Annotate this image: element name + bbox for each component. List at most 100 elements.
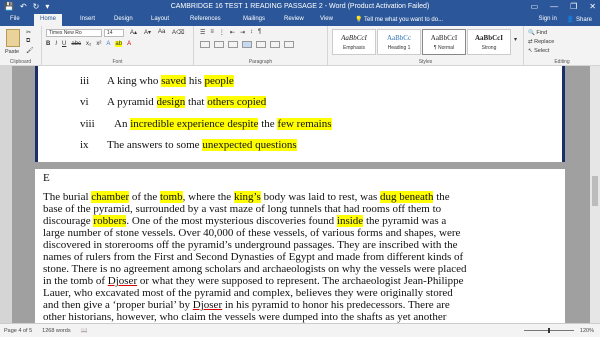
- style-emphasis[interactable]: AaBbCcI Emphasis: [332, 29, 376, 55]
- heading-text: A pyramid design that others copied: [107, 96, 267, 108]
- heading-number: iii: [80, 75, 90, 87]
- paragraph-line: other historians, however, who claim the…: [43, 311, 447, 323]
- paragraph-line: stone. There is no agreement among schol…: [43, 263, 467, 275]
- style-heading-1[interactable]: AaBbCc Heading 1: [377, 29, 421, 55]
- heading-text: A king who saved his people: [107, 75, 234, 87]
- style-normal[interactable]: AaBbCcI ¶ Normal: [422, 29, 466, 55]
- font-size-dropdown[interactable]: 14: [104, 29, 124, 37]
- editing-group-label: Editing: [554, 59, 570, 65]
- paragraph-line: discourage robbers. One of the most myst…: [43, 215, 447, 227]
- line-spacing-icon[interactable]: [256, 41, 266, 48]
- justify-icon[interactable]: [242, 41, 252, 48]
- paste-button[interactable]: Paste: [5, 49, 19, 55]
- editing-group: 🔍 Find ⇄ Replace ↖ Select Editing: [524, 26, 600, 66]
- tab-view[interactable]: View: [320, 16, 333, 22]
- decrease-indent-icon[interactable]: ⇤: [230, 29, 235, 36]
- replace-button[interactable]: ⇄ Replace: [528, 38, 554, 47]
- paragraph-group-label: Paragraph: [248, 59, 273, 65]
- tab-mailings[interactable]: Mailings: [243, 16, 265, 22]
- minimize-button[interactable]: —: [550, 2, 558, 11]
- paragraph-line: names of rulers from the First and Secon…: [43, 251, 464, 263]
- show-formatting-icon[interactable]: ¶: [258, 29, 261, 36]
- underline-button[interactable]: U: [62, 41, 66, 47]
- clipboard-group: Paste ✂ ⧉ 🖌 Clipboard: [0, 26, 42, 66]
- page-top[interactable]: iii A king who saved his people vi A pyrami…: [35, 66, 565, 162]
- subscript-button[interactable]: x₂: [86, 41, 91, 47]
- tab-home[interactable]: Home: [34, 14, 63, 26]
- heading-number: ix: [80, 139, 89, 151]
- tell-me-search[interactable]: 💡 Tell me what you want to do...: [355, 16, 443, 23]
- paragraph-line: The burial chamber of the tomb, where th…: [43, 191, 450, 203]
- tab-references[interactable]: References: [190, 16, 221, 22]
- status-bar: Page 4 of 5 1268 words 📖 120%: [0, 323, 600, 337]
- sign-in-link[interactable]: Sign in: [538, 16, 556, 23]
- tab-layout[interactable]: Layout: [151, 16, 169, 22]
- page-border-right: [562, 66, 565, 162]
- window-title: CAMBRIDGE 16 TEST 1 READING PASSAGE 2 - …: [170, 3, 430, 10]
- align-left-icon[interactable]: [200, 41, 210, 48]
- font-group-label: Font: [112, 59, 123, 65]
- bullets-icon[interactable]: ☰: [200, 29, 205, 36]
- tab-design[interactable]: Design: [114, 16, 133, 22]
- superscript-button[interactable]: x²: [96, 41, 101, 47]
- close-button[interactable]: ✕: [589, 2, 596, 11]
- increase-indent-icon[interactable]: ⇥: [240, 29, 245, 36]
- change-case-icon[interactable]: Aa: [158, 29, 165, 35]
- proofing-icon[interactable]: 📖: [81, 328, 88, 334]
- ribbon-display-icon[interactable]: ▭: [531, 2, 539, 11]
- select-button[interactable]: ↖ Select: [528, 47, 554, 56]
- clipboard-group-label: Clipboard: [9, 59, 32, 65]
- person-icon: 👤: [566, 17, 576, 23]
- vertical-ruler: [0, 66, 12, 323]
- shrink-font-icon[interactable]: A▾: [144, 29, 151, 36]
- align-center-icon[interactable]: [214, 41, 224, 48]
- bold-button[interactable]: B: [46, 41, 50, 47]
- highlight-color-icon[interactable]: ab: [115, 41, 123, 47]
- document-area[interactable]: iii A king who saved his people vi A pyrami…: [0, 66, 600, 323]
- numbering-icon[interactable]: ≡: [210, 29, 214, 36]
- scrollbar-thumb[interactable]: [592, 176, 598, 206]
- styles-group-label: Styles: [418, 59, 433, 65]
- font-color-icon[interactable]: A: [127, 41, 131, 47]
- paragraph-line: large number of stone vessels. Over 40,0…: [43, 227, 461, 239]
- font-name-dropdown[interactable]: Times New Ro: [46, 29, 102, 37]
- text-effects-icon[interactable]: A: [106, 41, 110, 47]
- section-letter: E: [43, 172, 50, 184]
- paragraph-e: The burial chamber of the tomb, where th…: [43, 191, 539, 323]
- ribbon-tabs: File Home Insert Design Layout Reference…: [0, 14, 600, 26]
- zoom-slider[interactable]: [524, 328, 574, 333]
- word-count[interactable]: 1268 words: [42, 328, 70, 334]
- style-strong[interactable]: AaBbCcI Strong: [467, 29, 511, 55]
- styles-more-icon[interactable]: ▾: [514, 36, 517, 43]
- italic-button[interactable]: I: [55, 41, 57, 47]
- borders-icon[interactable]: [284, 41, 294, 48]
- paste-icon[interactable]: [6, 29, 20, 47]
- clear-formatting-icon[interactable]: A⌫: [172, 29, 185, 36]
- restore-button[interactable]: ❐: [570, 2, 577, 11]
- zoom-level[interactable]: 120%: [580, 328, 594, 334]
- copy-icon[interactable]: ⧉: [26, 38, 30, 45]
- format-painter-icon[interactable]: 🖌: [26, 47, 34, 54]
- tab-insert[interactable]: Insert: [80, 16, 95, 22]
- page-border-left: [35, 66, 38, 162]
- page-bottom[interactable]: E The burial chamber of the tomb, where …: [35, 169, 565, 323]
- sort-icon[interactable]: ↕: [250, 29, 253, 36]
- tab-file[interactable]: File: [10, 16, 20, 22]
- share-button[interactable]: 👤 Share: [567, 16, 592, 23]
- cut-icon[interactable]: ✂: [26, 29, 31, 36]
- paragraph-line: Lauer, who excavated most of the pyramid…: [43, 287, 453, 299]
- paragraph-group: ☰ ≡ ⋮ ⇤ ⇥ ↕ ¶ Paragraph: [194, 26, 328, 66]
- page-count[interactable]: Page 4 of 5: [4, 328, 32, 334]
- align-right-icon[interactable]: [228, 41, 238, 48]
- grow-font-icon[interactable]: A▴: [130, 29, 137, 36]
- zoom-slider-knob[interactable]: [548, 328, 550, 333]
- find-button[interactable]: 🔍 Find: [528, 29, 554, 38]
- tab-review[interactable]: Review: [284, 16, 304, 22]
- strikethrough-button[interactable]: abc: [71, 41, 81, 47]
- multilevel-list-icon[interactable]: ⋮: [219, 29, 225, 36]
- lightbulb-icon: 💡: [355, 17, 365, 23]
- shading-icon[interactable]: [270, 41, 280, 48]
- heading-text: The answers to some unexpected questions: [107, 139, 297, 151]
- vertical-scrollbar[interactable]: [590, 66, 600, 323]
- paragraph-line: in the tomb of Djoser or what they were …: [43, 275, 464, 287]
